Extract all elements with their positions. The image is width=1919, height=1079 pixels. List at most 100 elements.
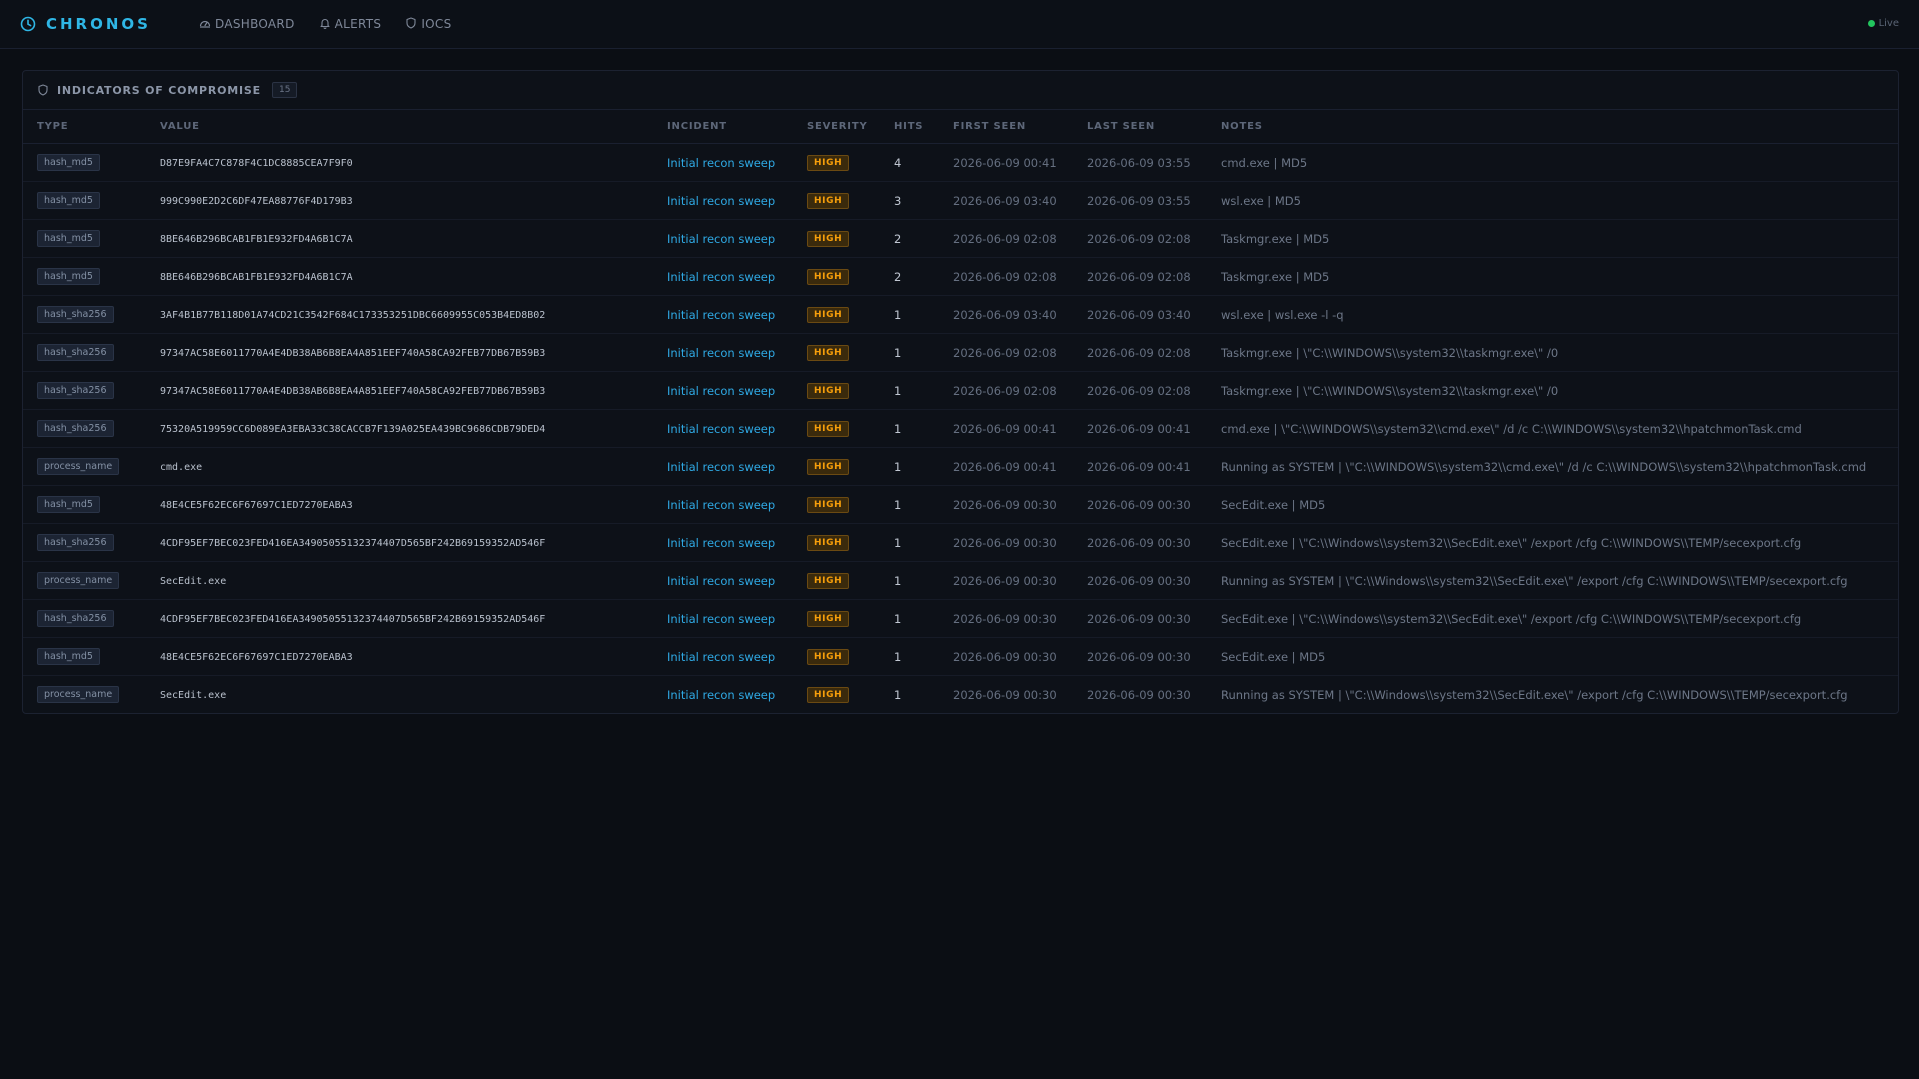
table-row[interactable]: hash_md5 D87E9FA4C7C878F4C1DC8885CEA7F9F0… [23, 143, 1898, 182]
ioc-value[interactable]: 75320A519959CC6D089EA3EBA33C38CACCB7F139… [160, 424, 545, 435]
last-seen: 2026-06-09 00:30 [1087, 535, 1191, 550]
ioc-count-badge: 15 [271, 82, 298, 98]
column-header-notes[interactable]: NOTES [1221, 110, 1898, 144]
incident-link[interactable]: Initial recon sweep [667, 536, 775, 550]
table-row[interactable]: hash_md5 48E4CE5F62EC6F67697C1ED7270EABA3… [23, 637, 1898, 676]
severity-badge: HIGH [807, 648, 850, 665]
incident-link[interactable]: Initial recon sweep [667, 498, 775, 512]
notes-text: Running as SYSTEM | \"C:\\Windows\\syste… [1221, 687, 1848, 702]
ioc-value[interactable]: 8BE646B296BCAB1FB1E932FD4A6B1C7A [160, 272, 353, 283]
cell-hits: 1 [894, 409, 953, 448]
incident-link[interactable]: Initial recon sweep [667, 574, 775, 588]
table-row[interactable]: hash_sha256 4CDF95EF7BEC023FED416EA349050… [23, 523, 1898, 562]
ioc-value[interactable]: cmd.exe [160, 462, 202, 473]
cell-last-seen: 2026-06-09 02:08 [1087, 257, 1221, 296]
cell-hits: 1 [894, 295, 953, 334]
table-row[interactable]: hash_sha256 4CDF95EF7BEC023FED416EA349050… [23, 599, 1898, 638]
ioc-value[interactable]: 97347AC58E6011770A4E4DB38AB6B8EA4A851EEF… [160, 348, 545, 359]
table-row[interactable]: hash_sha256 97347AC58E6011770A4E4DB38AB6B… [23, 371, 1898, 410]
column-header-severity[interactable]: SEVERITY [807, 110, 894, 144]
column-header-value[interactable]: VALUE [160, 110, 667, 144]
cell-type: process_name [23, 447, 160, 486]
ioc-value[interactable]: SecEdit.exe [160, 576, 226, 587]
hits-count: 2 [894, 269, 902, 284]
hits-count: 1 [894, 421, 902, 436]
incident-link[interactable]: Initial recon sweep [667, 384, 775, 398]
table-row[interactable]: hash_md5 48E4CE5F62EC6F67697C1ED7270EABA3… [23, 485, 1898, 524]
incident-link[interactable]: Initial recon sweep [667, 346, 775, 360]
cell-incident: Initial recon sweep [667, 257, 807, 296]
nav-dashboard[interactable]: DASHBOARD [199, 17, 295, 32]
type-badge: hash_md5 [37, 154, 100, 171]
column-header-last-seen[interactable]: LAST SEEN [1087, 110, 1221, 144]
notes-text: wsl.exe | wsl.exe -l -q [1221, 307, 1344, 322]
type-badge: process_name [37, 458, 120, 475]
table-row[interactable]: process_name SecEdit.exe Initial recon swe… [23, 676, 1898, 714]
brand[interactable]: CHRONOS [20, 15, 151, 33]
cell-hits: 1 [894, 599, 953, 638]
cell-last-seen: 2026-06-09 00:41 [1087, 447, 1221, 486]
ioc-value[interactable]: 999C990E2D2C6DF47EA88776F4D179B3 [160, 196, 353, 207]
first-seen: 2026-06-09 02:08 [953, 345, 1057, 360]
column-header-type[interactable]: TYPE [23, 110, 160, 144]
column-header-hits[interactable]: HITS [894, 110, 953, 144]
cell-severity: HIGH [807, 295, 894, 334]
cell-notes: cmd.exe | \"C:\\WINDOWS\\system32\\cmd.e… [1221, 409, 1898, 448]
table-row[interactable]: hash_sha256 75320A519959CC6D089EA3EBA33C3… [23, 409, 1898, 448]
table-row[interactable]: process_name SecEdit.exe Initial recon swe… [23, 561, 1898, 600]
ioc-value[interactable]: SecEdit.exe [160, 690, 226, 701]
hits-count: 1 [894, 459, 902, 474]
ioc-value[interactable]: 4CDF95EF7BEC023FED416EA34905055132374407… [160, 614, 545, 625]
table-row[interactable]: hash_sha256 3AF4B1B77B118D01A74CD21C3542F… [23, 295, 1898, 334]
cell-last-seen: 2026-06-09 00:41 [1087, 409, 1221, 448]
cell-type: process_name [23, 561, 160, 600]
incident-link[interactable]: Initial recon sweep [667, 270, 775, 284]
hits-count: 3 [894, 193, 902, 208]
ioc-value[interactable]: D87E9FA4C7C878F4C1DC8885CEA7F9F0 [160, 158, 353, 169]
cell-notes: Taskmgr.exe | MD5 [1221, 257, 1898, 296]
table-row[interactable]: hash_md5 999C990E2D2C6DF47EA88776F4D179B3… [23, 181, 1898, 220]
incident-link[interactable]: Initial recon sweep [667, 688, 775, 702]
ioc-value[interactable]: 48E4CE5F62EC6F67697C1ED7270EABA3 [160, 500, 353, 511]
table-row[interactable]: hash_md5 8BE646B296BCAB1FB1E932FD4A6B1C7A… [23, 257, 1898, 296]
clock-icon [20, 16, 36, 32]
nav-alerts[interactable]: ALERTS [319, 17, 382, 32]
live-dot-icon [1867, 20, 1875, 27]
ioc-value[interactable]: 4CDF95EF7BEC023FED416EA34905055132374407… [160, 538, 545, 549]
column-header-incident[interactable]: INCIDENT [667, 110, 807, 144]
incident-link[interactable]: Initial recon sweep [667, 422, 775, 436]
cell-incident: Initial recon sweep [667, 371, 807, 410]
cell-first-seen: 2026-06-09 02:08 [953, 371, 1087, 410]
cell-value: D87E9FA4C7C878F4C1DC8885CEA7F9F0 [160, 143, 667, 182]
incident-link[interactable]: Initial recon sweep [667, 460, 775, 474]
cell-last-seen: 2026-06-09 02:08 [1087, 333, 1221, 372]
table-row[interactable]: process_name cmd.exe Initial recon sweep HI… [23, 447, 1898, 486]
cell-hits: 1 [894, 561, 953, 600]
cell-hits: 2 [894, 219, 953, 258]
ioc-value[interactable]: 48E4CE5F62EC6F67697C1ED7270EABA3 [160, 652, 353, 663]
table-row[interactable]: hash_sha256 97347AC58E6011770A4E4DB38AB6B… [23, 333, 1898, 372]
incident-link[interactable]: Initial recon sweep [667, 308, 775, 322]
ioc-value[interactable]: 3AF4B1B77B118D01A74CD21C3542F684C1733532… [160, 310, 545, 321]
incident-link[interactable]: Initial recon sweep [667, 156, 775, 170]
incident-link[interactable]: Initial recon sweep [667, 232, 775, 246]
table-row[interactable]: hash_md5 8BE646B296BCAB1FB1E932FD4A6B1C7A… [23, 219, 1898, 258]
ioc-value[interactable]: 8BE646B296BCAB1FB1E932FD4A6B1C7A [160, 234, 353, 245]
app-name: CHRONOS [46, 15, 151, 33]
type-badge: process_name [37, 686, 120, 703]
notes-text: Taskmgr.exe | \"C:\\WINDOWS\\system32\\t… [1221, 345, 1559, 360]
column-header-first-seen[interactable]: FIRST SEEN [953, 110, 1087, 144]
hits-count: 1 [894, 611, 902, 626]
incident-link[interactable]: Initial recon sweep [667, 194, 775, 208]
nav-iocs[interactable]: IOCS [405, 16, 451, 32]
incident-link[interactable]: Initial recon sweep [667, 612, 775, 626]
cell-last-seen: 2026-06-09 02:08 [1087, 371, 1221, 410]
cell-severity: HIGH [807, 447, 894, 486]
ioc-value[interactable]: 97347AC58E6011770A4E4DB38AB6B8EA4A851EEF… [160, 386, 545, 397]
last-seen: 2026-06-09 02:08 [1087, 231, 1191, 246]
incident-link[interactable]: Initial recon sweep [667, 650, 775, 664]
notes-text: SecEdit.exe | MD5 [1221, 649, 1326, 664]
cell-type: hash_md5 [23, 485, 160, 524]
live-status: Live [1867, 18, 1899, 29]
first-seen: 2026-06-09 00:30 [953, 687, 1057, 702]
